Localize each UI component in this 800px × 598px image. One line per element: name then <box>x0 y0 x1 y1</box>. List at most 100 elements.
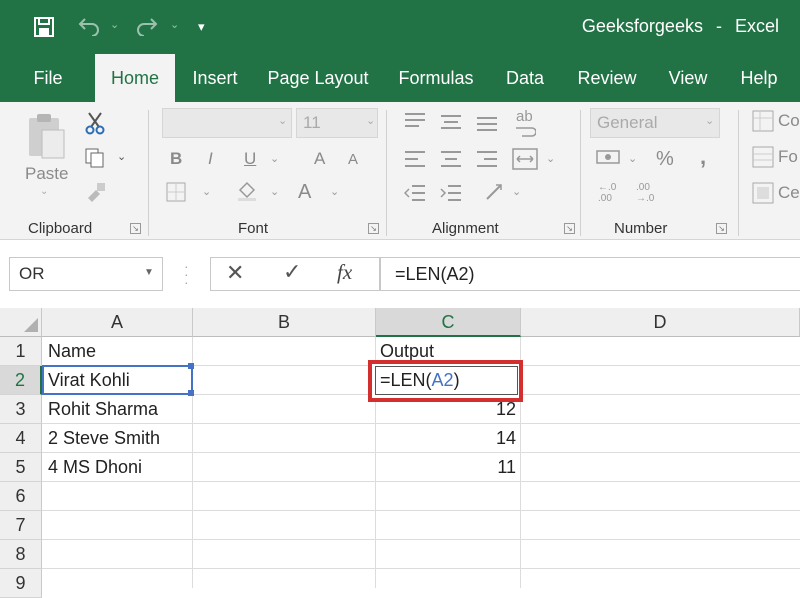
tab-data[interactable]: Data <box>499 54 551 102</box>
cell-a2-fill-handle[interactable] <box>188 390 194 396</box>
align-middle-icon[interactable] <box>440 114 462 130</box>
clipboard-launcher-icon[interactable]: ↘ <box>130 223 141 234</box>
undo-icon[interactable] <box>78 16 100 36</box>
cut-icon[interactable] <box>84 111 106 135</box>
percent-button[interactable]: % <box>656 148 674 171</box>
decrease-decimal-button[interactable]: .00 →.0 <box>636 182 654 204</box>
comma-button[interactable]: , <box>700 144 706 170</box>
align-center-icon[interactable] <box>440 150 462 168</box>
cell-a2[interactable]: Virat Kohli <box>48 366 130 395</box>
row-header-5[interactable]: 5 <box>0 453 42 482</box>
title-bar: ⌄ ⌄ ▾ Geeksforgeeks - Excel <box>0 0 800 54</box>
enter-button[interactable]: ✓ <box>283 259 301 285</box>
cell-a3[interactable]: Rohit Sharma <box>48 395 158 424</box>
cell-c4[interactable]: 14 <box>376 424 516 453</box>
align-bottom-icon[interactable] <box>476 116 498 132</box>
font-color-button[interactable]: A <box>298 181 311 204</box>
formula-bar-grip-icon[interactable]: · · · <box>184 259 189 289</box>
cell-c5[interactable]: 11 <box>376 453 516 482</box>
tab-formulas[interactable]: Formulas <box>391 54 481 102</box>
row-header-7[interactable]: 7 <box>0 511 42 540</box>
format-as-table-label[interactable]: Fo <box>778 147 798 167</box>
row-header-9[interactable]: 9 <box>0 569 42 598</box>
format-as-table-icon[interactable] <box>752 146 774 168</box>
cell-a1[interactable]: Name <box>48 337 96 366</box>
decrease-indent-icon[interactable] <box>404 184 426 202</box>
redo-icon[interactable] <box>136 16 158 36</box>
number-format-dropdown-icon[interactable]: ⌄ <box>705 114 714 127</box>
merge-center-icon[interactable] <box>512 148 538 170</box>
format-painter-icon[interactable] <box>86 182 106 202</box>
insert-function-button[interactable]: fx <box>337 260 352 285</box>
number-format-box[interactable]: General <box>590 108 720 138</box>
paste-dropdown-icon[interactable]: ⌄ <box>40 186 48 197</box>
number-launcher-icon[interactable]: ↘ <box>716 223 727 234</box>
column-header-c[interactable]: C <box>376 308 521 337</box>
orientation-dropdown-icon[interactable]: ⌄ <box>512 185 521 198</box>
row-header-2[interactable]: 2 <box>0 366 42 395</box>
cell-styles-icon[interactable] <box>752 182 774 204</box>
tab-view[interactable]: View <box>660 54 716 102</box>
borders-dropdown-icon[interactable]: ⌄ <box>202 185 211 198</box>
increase-decimal-button[interactable]: ←.0.00 <box>598 182 616 204</box>
italic-button[interactable]: I <box>208 149 213 169</box>
row-header-1[interactable]: 1 <box>0 337 42 366</box>
font-launcher-icon[interactable]: ↘ <box>368 223 379 234</box>
font-name-box[interactable] <box>162 108 292 138</box>
cell-styles-label[interactable]: Ce <box>778 183 800 203</box>
grow-font-button[interactable]: A <box>314 149 325 169</box>
currency-dropdown-icon[interactable]: ⌄ <box>628 152 637 165</box>
paste-label[interactable]: Paste <box>25 164 68 184</box>
borders-icon[interactable] <box>166 182 186 202</box>
tab-file[interactable]: File <box>22 54 74 102</box>
align-top-icon[interactable] <box>404 112 426 128</box>
fill-color-icon[interactable] <box>236 180 258 202</box>
underline-button[interactable]: U <box>244 149 256 169</box>
wrap-text-button[interactable]: ab <box>516 108 533 125</box>
row-header-6[interactable]: 6 <box>0 482 42 511</box>
font-name-dropdown-icon[interactable]: ⌄ <box>278 114 287 127</box>
tab-review[interactable]: Review <box>570 54 644 102</box>
column-header-d[interactable]: D <box>521 308 800 337</box>
formula-input[interactable]: =LEN(A2) <box>380 257 800 291</box>
customize-qat-icon[interactable]: ▾ <box>198 19 205 35</box>
name-box-dropdown-icon[interactable]: ▼ <box>144 267 154 278</box>
paste-icon[interactable] <box>26 112 66 160</box>
bold-button[interactable]: B <box>170 149 182 169</box>
save-icon[interactable] <box>34 17 54 37</box>
currency-icon[interactable] <box>596 148 622 168</box>
copy-dropdown-icon[interactable]: ⌄ <box>117 150 126 163</box>
align-right-icon[interactable] <box>476 150 498 168</box>
underline-dropdown-icon[interactable]: ⌄ <box>270 152 279 165</box>
merge-dropdown-icon[interactable]: ⌄ <box>546 152 555 165</box>
column-header-a[interactable]: A <box>42 308 193 337</box>
conditional-formatting-icon[interactable] <box>752 110 774 132</box>
name-box[interactable]: OR <box>9 257 163 291</box>
tab-home[interactable]: Home <box>95 54 175 102</box>
fill-color-dropdown-icon[interactable]: ⌄ <box>270 185 279 198</box>
tab-page-layout[interactable]: Page Layout <box>262 54 374 102</box>
row-header-3[interactable]: 3 <box>0 395 42 424</box>
group-label-clipboard: Clipboard <box>28 220 93 237</box>
font-size-dropdown-icon[interactable]: ⌄ <box>366 114 375 127</box>
tab-help[interactable]: Help <box>733 54 785 102</box>
align-left-icon[interactable] <box>404 150 426 168</box>
orientation-icon[interactable] <box>484 180 506 202</box>
cell-c3[interactable]: 12 <box>376 395 516 424</box>
cancel-button[interactable]: ✕ <box>226 260 244 286</box>
conditional-formatting-label[interactable]: Co <box>778 111 800 131</box>
shrink-font-button[interactable]: A <box>348 151 358 168</box>
row-header-4[interactable]: 4 <box>0 424 42 453</box>
cell-a5[interactable]: 4 MS Dhoni <box>48 453 142 482</box>
alignment-launcher-icon[interactable]: ↘ <box>564 223 575 234</box>
copy-icon[interactable] <box>84 147 106 169</box>
column-header-b[interactable]: B <box>193 308 376 337</box>
font-color-dropdown-icon[interactable]: ⌄ <box>330 185 339 198</box>
undo-dropdown-icon[interactable]: ⌄ <box>110 18 119 31</box>
redo-dropdown-icon[interactable]: ⌄ <box>170 18 179 31</box>
tab-insert[interactable]: Insert <box>184 54 246 102</box>
increase-indent-icon[interactable] <box>440 184 462 202</box>
row-header-8[interactable]: 8 <box>0 540 42 569</box>
cell-a4[interactable]: 2 Steve Smith <box>48 424 160 453</box>
cell-c2[interactable]: =LEN(A2) <box>380 366 460 395</box>
